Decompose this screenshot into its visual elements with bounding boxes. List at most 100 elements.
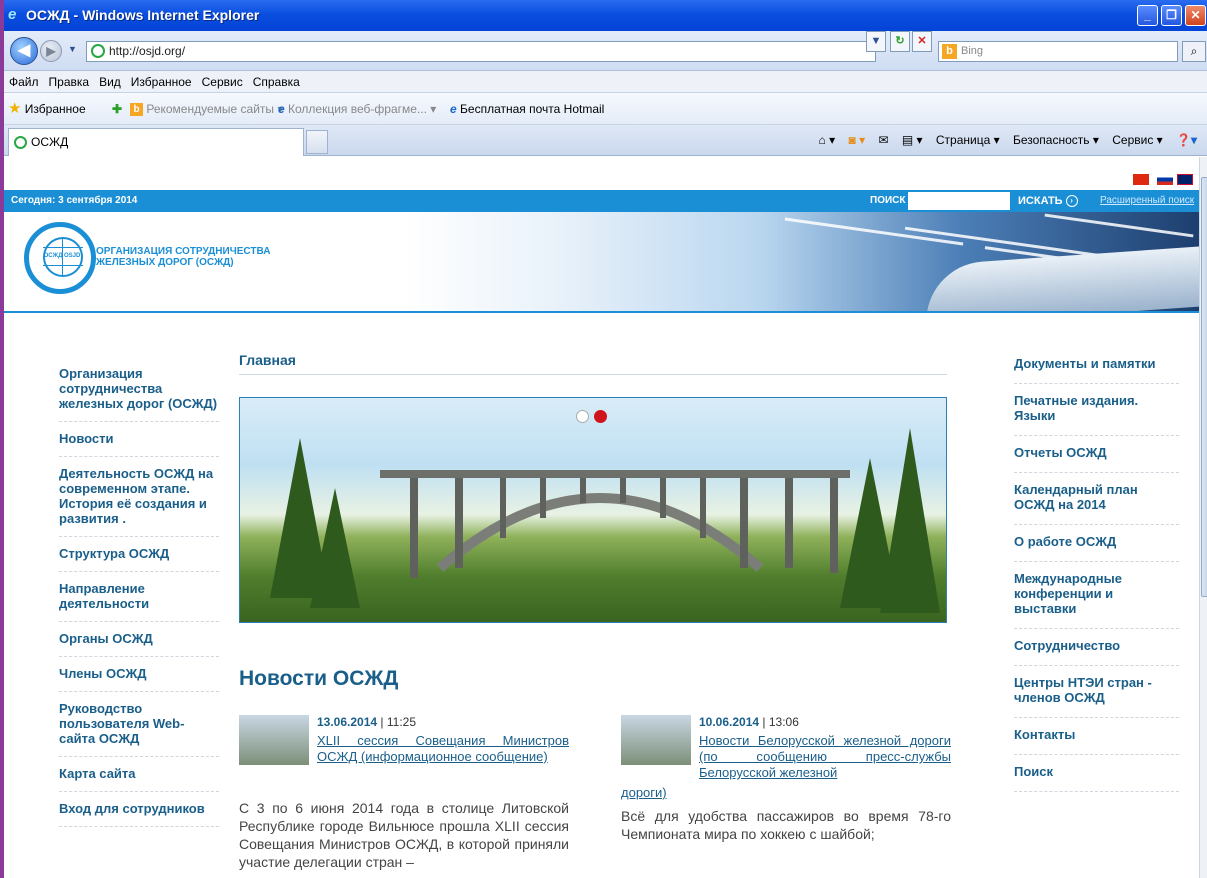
news-body: Всё для удобства пассажиров во время 78-… [621, 808, 951, 842]
suggested-sites-link[interactable]: b Рекомендуемые сайты ▾ [130, 93, 283, 125]
left-nav-item[interactable]: Направление деятельности [59, 572, 219, 622]
maximize-button[interactable]: ❐ [1161, 5, 1182, 26]
right-nav-item[interactable]: Календарный план ОСЖД на 2014 [1014, 473, 1179, 525]
favorites-star-icon: ★ [8, 100, 22, 117]
favorites-label: Избранное [24, 102, 86, 116]
english-flag-icon[interactable] [1177, 174, 1193, 185]
header-banner-train-image [404, 212, 1199, 311]
news-item: 13.06.2014 | 11:25 XLII сессия Совещания… [239, 715, 569, 878]
news-title-link-tail[interactable]: дороги) [621, 785, 667, 801]
right-nav-item[interactable]: Поиск [1014, 755, 1179, 792]
site-search-button-label: ИСКАТЬ [1018, 195, 1063, 207]
suggested-sites-icon: b [130, 103, 143, 117]
close-button[interactable]: ✕ [1185, 5, 1206, 26]
chinese-flag-icon[interactable] [1133, 174, 1149, 185]
organization-name: ОРГАНИЗАЦИЯ СОТРУДНИЧЕСТВА ЖЕЛЕЗНЫХ ДОРО… [96, 246, 271, 268]
favorites-button[interactable]: ★ Избранное [8, 93, 86, 125]
russian-flag-icon[interactable] [1157, 174, 1173, 185]
tab-label: ОСЖД [31, 135, 69, 149]
page-menu[interactable]: Страница ▾ [936, 133, 1000, 147]
command-bar: ⌂ ▾ ◙ ▾ ✉ ▤ ▾ Страница ▾ Безопасность ▾ … [809, 125, 1197, 156]
news-heading: Новости ОСЖД [239, 667, 399, 690]
right-nav-item[interactable]: Международные конференции и выставки [1014, 562, 1179, 629]
back-button[interactable]: ◀ [10, 37, 38, 65]
browser-window: e ОСЖД - Windows Internet Explorer _ ❐ ✕… [0, 0, 1207, 878]
search-placeholder: Bing [961, 45, 984, 57]
right-nav-item[interactable]: Контакты [1014, 718, 1179, 755]
menu-view[interactable]: Вид [94, 71, 126, 93]
address-input[interactable]: http://osjd.org/ [86, 41, 876, 62]
stop-button[interactable]: ✕ [912, 31, 932, 52]
logo-text: ОСЖД OSJD [43, 253, 81, 259]
news-body: С 3 по 6 июня 2014 года в столице Литовс… [239, 800, 569, 870]
minimize-button[interactable]: _ [1137, 5, 1158, 26]
left-nav-item[interactable]: Органы ОСЖД [59, 622, 219, 657]
site-search-button[interactable]: ИСКАТЬ › [1018, 190, 1078, 212]
right-nav-item[interactable]: Отчеты ОСЖД [1014, 436, 1179, 473]
right-nav-item[interactable]: Документы и памятки [1014, 347, 1179, 384]
feeds-icon[interactable]: ◙ ▾ [848, 133, 865, 147]
left-nav-item[interactable]: Руководство пользователя Web-сайта ОСЖД [59, 692, 219, 757]
right-nav-item[interactable]: Печатные издания. Языки [1014, 384, 1179, 436]
news-thumbnail[interactable] [621, 715, 691, 765]
left-nav-item[interactable]: Члены ОСЖД [59, 657, 219, 692]
web-page: Сегодня: 3 сентября 2014 ПОИСК ИСКАТЬ › Р… [4, 157, 1199, 878]
home-icon[interactable]: ⌂ ▾ [819, 133, 836, 147]
ie-page-icon: e [278, 102, 285, 116]
advanced-search-link[interactable]: Расширенный поиск [1100, 190, 1194, 212]
vertical-scrollbar[interactable] [1199, 157, 1207, 878]
page-title: Главная [239, 352, 947, 375]
scrollbar-thumb[interactable] [1201, 177, 1207, 597]
hotmail-link[interactable]: e Бесплатная почта Hotmail [450, 93, 604, 125]
search-input[interactable]: b Bing [938, 41, 1178, 62]
address-dropdown-button[interactable]: ▼ [866, 31, 886, 52]
search-button[interactable]: ⌕ [1182, 41, 1206, 62]
search-label: ПОИСК [870, 195, 906, 206]
left-nav-item[interactable]: Структура ОСЖД [59, 537, 219, 572]
add-to-favorites-icon[interactable]: ✚ [112, 93, 122, 125]
bridge-illustration [270, 428, 940, 613]
new-tab-button[interactable] [306, 130, 328, 154]
forward-button[interactable]: ▶ [40, 40, 62, 62]
address-toolbar: ◀ ▶ ▼ http://osjd.org/ ▼ ↻ ✕ b Bing ⌕ [4, 31, 1207, 71]
menu-tools[interactable]: Сервис [197, 71, 248, 93]
print-icon[interactable]: ▤ ▾ [902, 133, 923, 147]
news-date: 10.06.2014 | 13:06 [699, 715, 799, 729]
menu-edit[interactable]: Правка [44, 71, 95, 93]
menu-favorites[interactable]: Избранное [126, 71, 197, 93]
help-icon[interactable]: ❓▾ [1176, 133, 1197, 147]
safety-menu[interactable]: Безопасность ▾ [1013, 133, 1099, 147]
osjd-logo[interactable]: ОСЖД OSJD [24, 222, 96, 294]
menu-file[interactable]: Файл [4, 71, 44, 93]
right-nav-item[interactable]: Сотрудничество [1014, 629, 1179, 666]
window-title: ОСЖД - Windows Internet Explorer [26, 7, 260, 23]
news-title-link[interactable]: XLII сессия Совещания Министров ОСЖД (ин… [317, 733, 569, 765]
left-nav-item[interactable]: Карта сайта [59, 757, 219, 792]
news-title-link[interactable]: Новости Белорусской железной дороги (по … [699, 733, 951, 781]
tab-globe-icon [14, 136, 27, 149]
menu-bar: Файл Правка Вид Избранное Сервис Справка [4, 71, 1207, 93]
hotmail-label: Бесплатная почта Hotmail [460, 102, 605, 116]
left-nav-item[interactable]: Новости [59, 422, 219, 457]
bridge-slideshow-image [239, 397, 947, 623]
left-nav-item[interactable]: Организация сотрудничества железных доро… [59, 357, 219, 422]
top-blue-bar: Сегодня: 3 сентября 2014 ПОИСК ИСКАТЬ › Р… [4, 190, 1199, 212]
history-dropdown-icon[interactable]: ▼ [68, 44, 77, 54]
left-nav-item[interactable]: Деятельность ОСЖД на современном этапе. … [59, 457, 219, 537]
web-slice-gallery-link[interactable]: e Коллекция веб-фрагме... ▾ [278, 93, 436, 125]
address-url: http://osjd.org/ [109, 44, 186, 58]
tab-row: ОСЖД ⌂ ▾ ◙ ▾ ✉ ▤ ▾ Страница ▾ Безопаснос… [4, 125, 1207, 156]
language-flags [1119, 174, 1199, 188]
site-globe-icon [91, 44, 105, 58]
right-nav-item[interactable]: О работе ОСЖД [1014, 525, 1179, 562]
suggested-sites-label: Рекомендуемые сайты ▾ [146, 102, 284, 116]
refresh-button[interactable]: ↻ [890, 31, 910, 52]
left-nav-item[interactable]: Вход для сотрудников [59, 792, 219, 827]
site-search-input[interactable] [908, 192, 1010, 210]
tools-menu[interactable]: Сервис ▾ [1112, 133, 1162, 147]
tab-osjd[interactable]: ОСЖД [8, 128, 304, 156]
menu-help[interactable]: Справка [248, 71, 305, 93]
read-mail-icon[interactable]: ✉ [878, 133, 888, 147]
right-nav-item[interactable]: Центры НТЭИ стран - членов ОСЖД [1014, 666, 1179, 718]
news-thumbnail[interactable] [239, 715, 309, 765]
